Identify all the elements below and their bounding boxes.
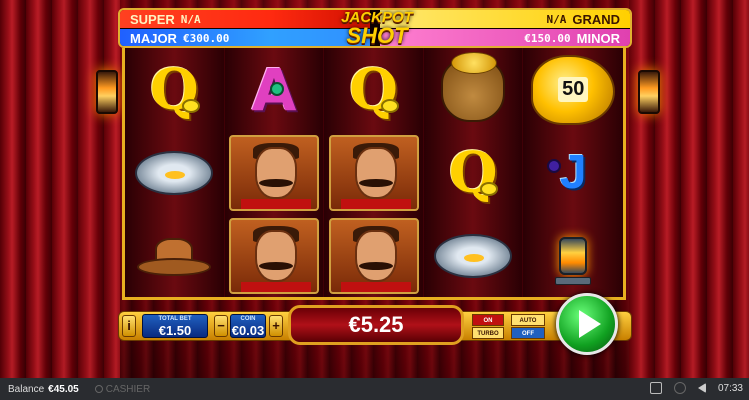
lantern-icon xyxy=(553,227,593,285)
gold-pan-icon xyxy=(135,150,214,195)
symbol-gold-plate xyxy=(125,131,224,214)
total-bet-label: TOTAL BET xyxy=(158,316,192,322)
reel-1: Q xyxy=(125,48,225,297)
fullscreen-icon[interactable] xyxy=(649,382,662,394)
total-bet-display: TOTAL BET €1.50 xyxy=(142,314,208,338)
lemon-icon xyxy=(181,99,200,113)
gold-nugget-icon: 50 xyxy=(531,54,616,125)
jackpot-major-label: MAJOR xyxy=(130,30,177,46)
game-logo-line2: SHOT xyxy=(346,23,408,48)
clock-time: 07:33 xyxy=(717,382,743,394)
reel-grid: Q A Q Q 50 J xyxy=(122,48,626,300)
jackpot-grand-label: GRAND xyxy=(572,11,620,27)
total-bet-value: €1.50 xyxy=(158,323,192,338)
coin-value: €0.03 xyxy=(231,323,265,338)
balance-label: Balance xyxy=(8,383,45,395)
coin-increase-button[interactable]: + xyxy=(269,315,283,337)
win-value: €5.25 xyxy=(348,312,404,337)
cashier-label: CASHIER xyxy=(105,383,151,395)
cashier-link[interactable]: CASHIER xyxy=(94,383,151,395)
miner-icon xyxy=(228,134,319,211)
symbol-miner xyxy=(324,131,423,214)
symbol-q-lemon: Q xyxy=(424,131,523,214)
lantern-icon xyxy=(96,70,118,114)
history-icon[interactable] xyxy=(673,382,686,394)
nugget-value: 50 xyxy=(558,77,589,102)
jackpot-bar: SUPER N/A N/A GRAND MAJOR €300.00 €150.0… xyxy=(118,8,632,48)
jackpot-grand-value: N/A xyxy=(546,12,567,26)
coin-display: COIN €0.03 xyxy=(230,314,266,338)
reel-4: Q xyxy=(423,48,524,297)
status-bar-actions: 07:33 xyxy=(649,382,743,394)
symbol-miner xyxy=(225,214,324,297)
jackpot-minor-label: MINOR xyxy=(576,30,620,46)
game-logo: JACKPOT SHOT xyxy=(325,10,429,48)
win-display: €5.25 xyxy=(288,305,464,345)
reel-5: 50 J xyxy=(523,48,624,297)
jackpot-super-value: N/A xyxy=(180,12,201,26)
play-icon xyxy=(579,310,601,338)
cashier-icon xyxy=(94,385,103,393)
coin-label: COIN xyxy=(240,316,256,322)
jackpot-major-value: €300.00 xyxy=(182,31,230,45)
symbol-cowboy-hat xyxy=(125,214,224,297)
coin-decrease-button[interactable]: − xyxy=(214,315,228,337)
game-stage: SUPER N/A N/A GRAND MAJOR €300.00 €150.0… xyxy=(0,0,749,378)
curtain-left xyxy=(0,0,120,378)
lemon-icon xyxy=(380,99,399,113)
gold-sack-icon xyxy=(441,51,506,122)
turbo-button[interactable]: TURBO xyxy=(472,327,504,339)
lantern-icon xyxy=(638,70,660,114)
spin-button[interactable] xyxy=(556,293,618,355)
symbol-lantern xyxy=(523,214,623,297)
symbol-gold-plate xyxy=(424,214,523,297)
balance-value: €45.05 xyxy=(48,383,79,395)
autoplay-button[interactable]: AUTO xyxy=(511,314,545,326)
letter-j: J xyxy=(559,146,587,199)
curtain-right xyxy=(629,0,749,378)
info-button[interactable]: i xyxy=(122,315,136,337)
jackpot-minor-value: €150.00 xyxy=(524,31,571,45)
reel-3: Q xyxy=(324,48,424,297)
symbol-gold-sack xyxy=(424,48,523,131)
gem-icon xyxy=(269,82,284,96)
turbo-state[interactable]: ON xyxy=(472,314,504,326)
gold-pan-icon xyxy=(434,233,513,278)
jackpot-super-label: SUPER xyxy=(130,11,175,27)
sound-icon[interactable] xyxy=(697,383,706,393)
symbol-gold-nugget: 50 xyxy=(523,48,623,131)
symbol-miner xyxy=(225,131,324,214)
symbol-j-plum: J xyxy=(523,131,623,214)
reel-2: A xyxy=(224,48,325,297)
symbol-q-lemon: Q xyxy=(324,48,423,131)
miner-icon xyxy=(328,134,419,211)
symbol-a-gem: A xyxy=(225,48,324,131)
miner-icon xyxy=(228,217,319,294)
control-panel: i TOTAL BET €1.50 − COIN €0.03 + €5.25 O… xyxy=(118,293,632,355)
miner-icon xyxy=(328,217,419,294)
cowboy-hat-icon xyxy=(137,236,212,276)
autoplay-state[interactable]: OFF xyxy=(511,327,545,339)
status-bar: Balance €45.05 CASHIER 07:33 xyxy=(0,378,749,400)
symbol-q-lemon: Q xyxy=(125,48,224,131)
symbol-miner xyxy=(324,214,423,297)
